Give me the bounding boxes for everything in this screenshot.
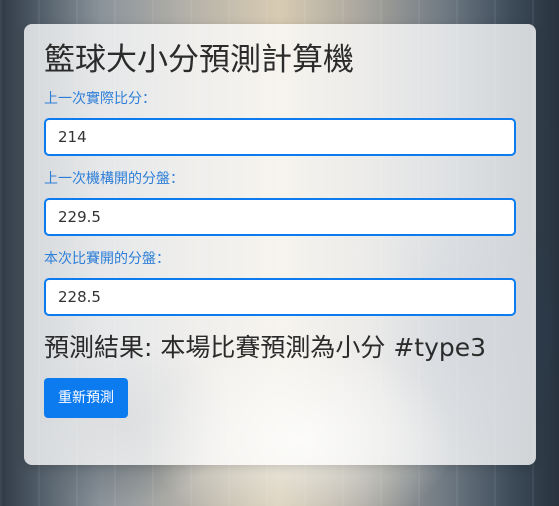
calculator-card: 籃球大小分預測計算機 上一次實際比分： 上一次機構開的分盤： 本次比賽開的分盤：… [24,24,536,465]
last-actual-score-label: 上一次實際比分： [44,91,156,107]
last-actual-score-input[interactable] [44,118,516,156]
current-line-input[interactable] [44,278,516,316]
last-line-label: 上一次機構開的分盤： [44,171,184,187]
prediction-result: 預測結果: 本場比賽預測為小分 #type3 [44,333,487,362]
current-line-label: 本次比賽開的分盤： [44,251,170,267]
page-title: 籃球大小分預測計算機 [44,42,354,78]
last-line-input[interactable] [44,198,516,236]
reset-prediction-button[interactable]: 重新預測 [44,378,128,418]
